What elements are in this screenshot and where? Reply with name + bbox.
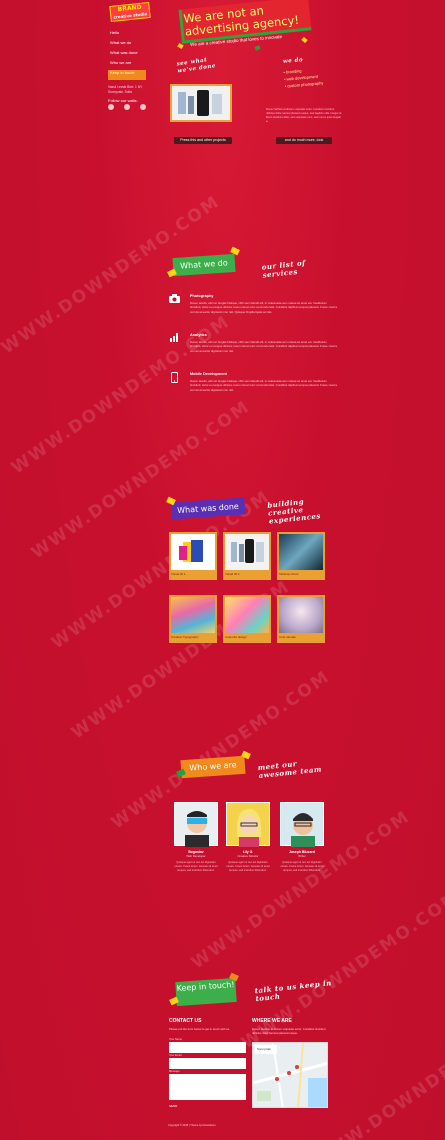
work-item[interactable]: Creative Typography	[169, 595, 217, 643]
more-button[interactable]: and do much more, look	[276, 137, 332, 144]
nav-item-hello[interactable]: Hello	[108, 30, 146, 40]
team-member: Joseph Blizzard Writer Quisque eget mi n…	[278, 802, 326, 872]
project-photo-icon	[178, 90, 222, 116]
confetti-icon	[177, 43, 184, 49]
team-member: Bogoslav Web Developer Quisque eget mi n…	[172, 802, 220, 872]
work-thumbnail	[225, 534, 269, 570]
nav-item-what-was-done[interactable]: What was done	[108, 50, 146, 60]
work-item[interactable]: Tabletop shoot	[277, 532, 325, 580]
email-label: Your Email	[169, 1054, 182, 1057]
location-map[interactable]: Sunnyvale	[252, 1042, 328, 1108]
service-item: Mobile Development Donec iaculis, elit n…	[168, 372, 348, 408]
member-bio: Quisque eget mi nec est dignissim ornare…	[226, 861, 270, 872]
address-text: Vassil Levski Blvd. 1 NY, Sunnyvale, Sof…	[108, 85, 143, 94]
avatar	[174, 802, 218, 847]
work-thumbnail	[279, 597, 323, 633]
hero-project-image[interactable]	[170, 84, 232, 122]
footer-text: Copyright © 2015 | Theme by Downdemo	[168, 1124, 216, 1127]
confetti-icon	[167, 268, 177, 278]
nav-item-what-we-do[interactable]: What we do	[108, 40, 146, 50]
service-text: Donec iaculis, elit non feugiat tristiqu…	[190, 301, 337, 314]
work-caption: Visual ID 1	[171, 572, 186, 576]
avatar	[280, 802, 324, 847]
service-title: Analytics	[190, 333, 207, 337]
work-thumbnail	[171, 597, 215, 633]
follow-label: Follow our walls:	[108, 98, 138, 103]
side-navigation: Hello What we do What was done Who we ar…	[108, 30, 146, 80]
work-item[interactable]: Visual ID 1	[169, 532, 217, 580]
team-script: meet our awesome team	[257, 759, 323, 781]
section-tag-who-we-are: Who we are	[180, 755, 246, 779]
twitter-icon[interactable]	[124, 104, 130, 110]
section-tag-keep-in-touch: Keep in touch!	[175, 977, 237, 1007]
service-text: Donec iaculis, elit non feugiat tristiqu…	[190, 379, 337, 392]
services-script: our list of services	[261, 258, 306, 280]
hero-description: Donec facilisis at dictum vulputate tort…	[266, 108, 342, 123]
confetti-icon	[301, 36, 308, 44]
service-item: Photography Donec iaculis, elit non feug…	[168, 294, 348, 330]
mobile-icon	[168, 372, 180, 383]
email-field[interactable]	[169, 1058, 246, 1069]
work-caption: Tabletop shoot	[279, 572, 299, 576]
nav-item-who-we-are[interactable]: Who we are	[108, 60, 146, 70]
service-text: Donec iaculis, elit non feugiat tristiqu…	[190, 340, 337, 353]
team-member: Lily G. Creative Director Quisque eget m…	[224, 802, 272, 872]
contact-intro: Please put the form below to get in touc…	[169, 1027, 230, 1031]
service-title: Mobile Development	[190, 372, 227, 376]
work-item[interactable]: Visual ID 2	[223, 532, 271, 580]
work-item[interactable]: Cute sample	[277, 595, 325, 643]
google-plus-icon[interactable]	[140, 104, 146, 110]
hero-we-do-list: • branding • web development • custom ph…	[283, 68, 324, 89]
brand-logo[interactable]: BRAND creative studio	[109, 1, 151, 23]
map-icon	[253, 1043, 327, 1107]
member-bio: Quisque eget mi nec est dignissim ornare…	[174, 861, 218, 872]
work-thumbnail	[279, 534, 323, 570]
name-field[interactable]	[169, 1042, 246, 1053]
chart-icon	[168, 333, 180, 343]
social-links	[108, 104, 146, 110]
work-item[interactable]: Colourful design	[223, 595, 271, 643]
camera-icon	[168, 294, 180, 304]
hero-see-what: see what we've done	[176, 57, 217, 75]
name-label: Your Name	[169, 1038, 182, 1041]
nav-item-keep-in-touch[interactable]: Keep in touch	[108, 70, 146, 80]
service-title: Photography	[190, 294, 214, 298]
message-label: Message	[169, 1070, 180, 1073]
submit-button[interactable]: SEND	[169, 1104, 177, 1108]
map-label: Sunnyvale	[257, 1047, 272, 1051]
work-caption: Creative Typography	[171, 635, 199, 639]
member-role: Web Developer	[186, 854, 206, 858]
hero-we-do-label: we do	[282, 57, 304, 65]
work-caption: Visual ID 2	[225, 572, 240, 576]
projects-button[interactable]: Press this and other projects	[174, 137, 232, 144]
where-title: WHERE WE ARE	[252, 1018, 292, 1024]
member-role: Writer	[298, 854, 306, 858]
contact-title: CONTACT US	[169, 1018, 202, 1024]
work-thumbnail	[171, 534, 215, 570]
work-thumbnail	[225, 597, 269, 633]
message-field[interactable]	[169, 1074, 246, 1100]
member-role: Creative Director	[237, 854, 259, 858]
avatar	[226, 802, 270, 847]
confetti-icon	[254, 45, 261, 51]
work-caption: Cute sample	[279, 635, 296, 639]
service-item: Analytics Donec iaculis, elit non feugia…	[168, 333, 348, 369]
where-text: Donec facilisis at dictum vulputate tort…	[252, 1027, 326, 1035]
work-caption: Colourful design	[225, 635, 247, 639]
work-script: building creative experiences	[266, 496, 322, 526]
facebook-icon[interactable]	[108, 104, 114, 110]
member-bio: Quisque eget mi nec est dignissim ornare…	[280, 861, 324, 872]
section-tag-what-we-do: What we do	[172, 253, 236, 277]
